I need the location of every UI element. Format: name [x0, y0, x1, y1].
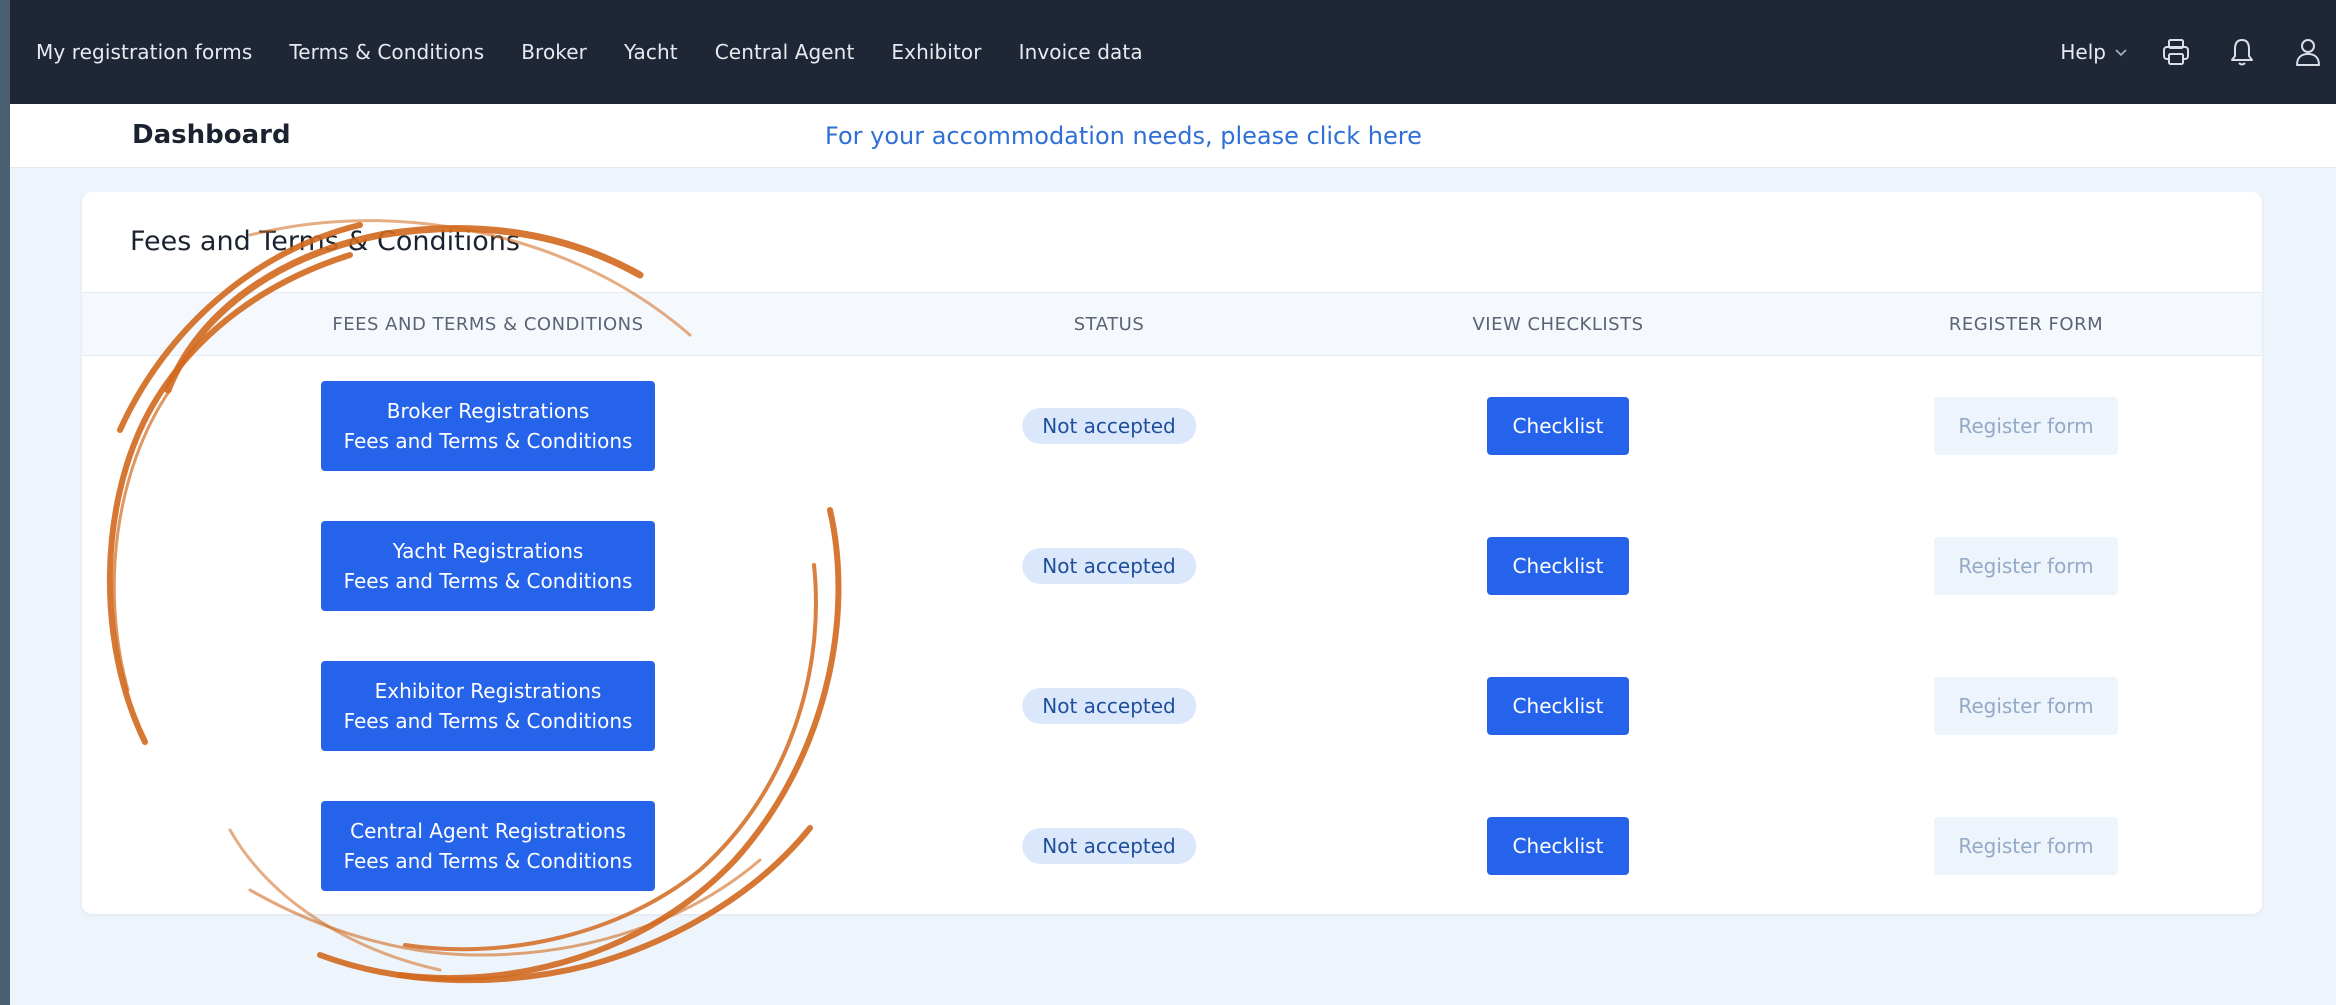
help-menu[interactable]: Help — [2060, 40, 2128, 64]
checklist-cell: Checklist — [1487, 496, 1629, 636]
checklist-cell: Checklist — [1487, 356, 1629, 496]
card-title: Fees and Terms & Conditions — [130, 226, 520, 257]
bell-icon[interactable] — [2224, 34, 2260, 70]
column-header-register: REGISTER FORM — [1948, 314, 2104, 335]
nav-right: Help — [2060, 0, 2336, 104]
table-row: Yacht Registrations Fees and Terms & Con… — [82, 496, 2262, 636]
register-cell: Register form — [1934, 496, 2118, 636]
top-navbar: My registration forms Terms & Conditions… — [10, 0, 2336, 104]
nav-my-registration-forms[interactable]: My registration forms — [36, 40, 252, 64]
nav-exhibitor[interactable]: Exhibitor — [891, 40, 981, 64]
column-header-checklists: VIEW CHECKLISTS — [1472, 314, 1644, 335]
nav-links: My registration forms Terms & Conditions… — [36, 40, 1180, 64]
table-row: Central Agent Registrations Fees and Ter… — [82, 776, 2262, 914]
nav-broker[interactable]: Broker — [521, 40, 587, 64]
status-cell: Not accepted — [1022, 636, 1196, 776]
fee-button-line2: Fees and Terms & Conditions — [343, 709, 633, 733]
exhibitor-fees-button[interactable]: Exhibitor Registrations Fees and Terms &… — [321, 661, 655, 751]
register-form-button[interactable]: Register form — [1934, 537, 2118, 595]
table-header: FEES AND TERMS & CONDITIONS STATUS VIEW … — [82, 292, 2262, 356]
fee-button-line1: Broker Registrations — [386, 399, 590, 423]
fees-cell: Yacht Registrations Fees and Terms & Con… — [321, 496, 655, 636]
fees-terms-card: Fees and Terms & Conditions FEES AND TER… — [82, 192, 2262, 914]
fees-cell: Exhibitor Registrations Fees and Terms &… — [321, 636, 655, 776]
column-header-fees: FEES AND TERMS & CONDITIONS — [332, 314, 644, 335]
user-icon[interactable] — [2290, 34, 2326, 70]
fee-button-line2: Fees and Terms & Conditions — [343, 849, 633, 873]
fees-cell: Central Agent Registrations Fees and Ter… — [321, 776, 655, 914]
fee-button-line1: Exhibitor Registrations — [374, 679, 602, 703]
table-row: Broker Registrations Fees and Terms & Co… — [82, 356, 2262, 496]
page-title: Dashboard — [132, 120, 291, 150]
app-frame: My registration forms Terms & Conditions… — [10, 0, 2336, 1005]
nav-terms-conditions[interactable]: Terms & Conditions — [289, 40, 484, 64]
nav-central-agent[interactable]: Central Agent — [715, 40, 855, 64]
register-form-button[interactable]: Register form — [1934, 397, 2118, 455]
checklist-button[interactable]: Checklist — [1487, 397, 1629, 455]
checklist-button[interactable]: Checklist — [1487, 677, 1629, 735]
register-cell: Register form — [1934, 636, 2118, 776]
status-badge: Not accepted — [1022, 688, 1196, 724]
status-badge: Not accepted — [1022, 828, 1196, 864]
table-row: Exhibitor Registrations Fees and Terms &… — [82, 636, 2262, 776]
fee-button-line2: Fees and Terms & Conditions — [343, 429, 633, 453]
fee-button-line1: Yacht Registrations — [392, 539, 584, 563]
checklist-cell: Checklist — [1487, 636, 1629, 776]
accommodation-link[interactable]: For your accommodation needs, please cli… — [825, 122, 1422, 150]
fees-cell: Broker Registrations Fees and Terms & Co… — [321, 356, 655, 496]
central-agent-fees-button[interactable]: Central Agent Registrations Fees and Ter… — [321, 801, 655, 891]
broker-fees-button[interactable]: Broker Registrations Fees and Terms & Co… — [321, 381, 655, 471]
register-form-button[interactable]: Register form — [1934, 817, 2118, 875]
register-cell: Register form — [1934, 356, 2118, 496]
help-label: Help — [2060, 40, 2106, 64]
status-cell: Not accepted — [1022, 496, 1196, 636]
sub-header: Dashboard For your accommodation needs, … — [10, 104, 2336, 168]
status-badge: Not accepted — [1022, 548, 1196, 584]
checklist-button[interactable]: Checklist — [1487, 817, 1629, 875]
checklist-cell: Checklist — [1487, 776, 1629, 914]
nav-invoice-data[interactable]: Invoice data — [1019, 40, 1143, 64]
register-form-button[interactable]: Register form — [1934, 677, 2118, 735]
checklist-button[interactable]: Checklist — [1487, 537, 1629, 595]
yacht-fees-button[interactable]: Yacht Registrations Fees and Terms & Con… — [321, 521, 655, 611]
status-cell: Not accepted — [1022, 356, 1196, 496]
nav-yacht[interactable]: Yacht — [624, 40, 678, 64]
status-badge: Not accepted — [1022, 408, 1196, 444]
register-cell: Register form — [1934, 776, 2118, 914]
chevron-down-icon — [2115, 49, 2127, 57]
column-header-status: STATUS — [1073, 314, 1145, 335]
status-cell: Not accepted — [1022, 776, 1196, 914]
printer-icon[interactable] — [2158, 34, 2194, 70]
fee-button-line1: Central Agent Registrations — [350, 819, 626, 843]
fee-button-line2: Fees and Terms & Conditions — [343, 569, 633, 593]
